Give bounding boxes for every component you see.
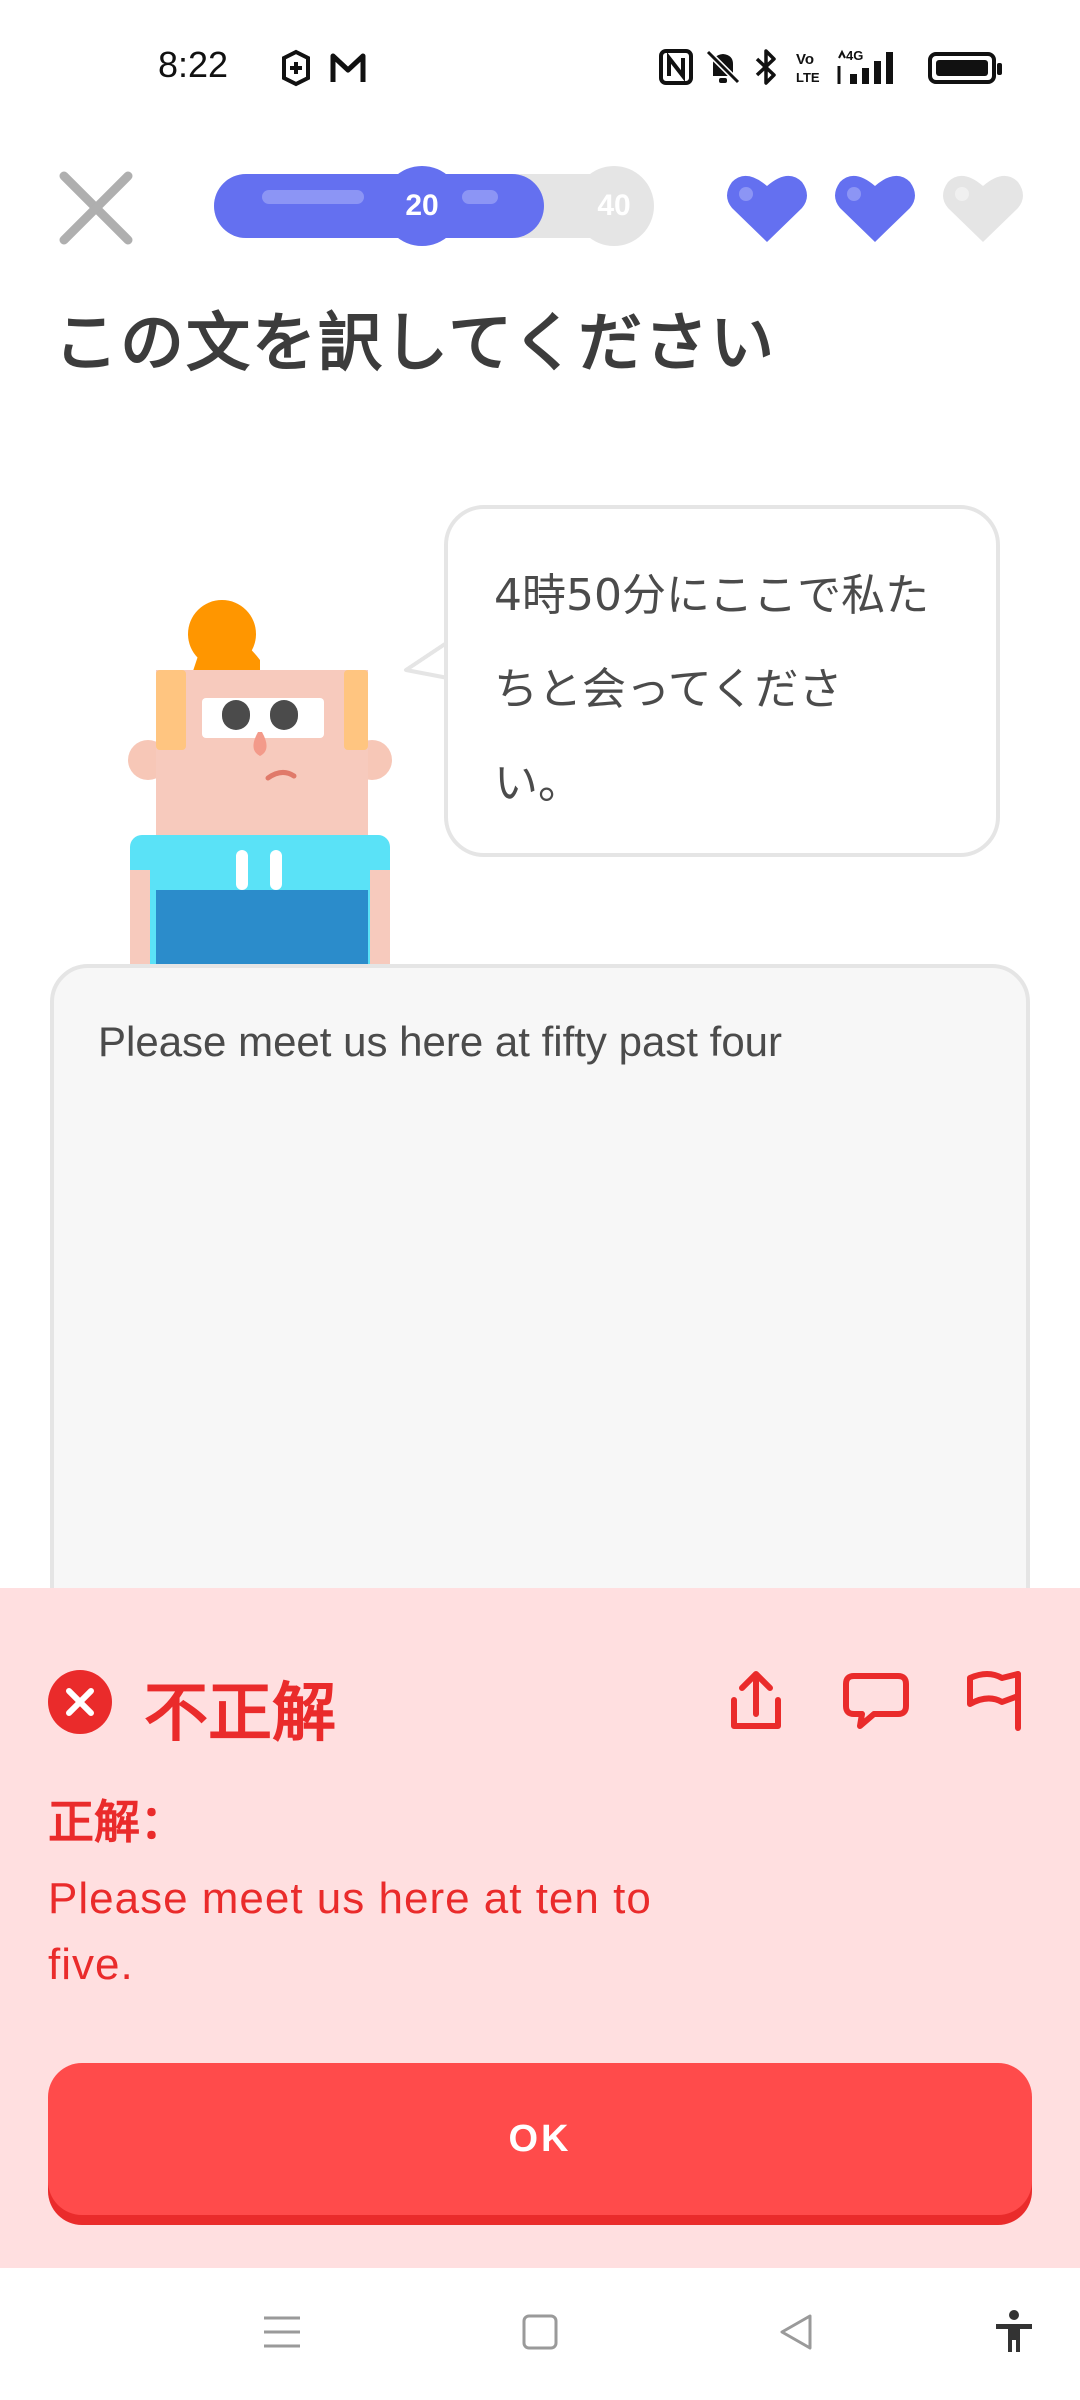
lesson-progress-bar: 20 40 [214,166,654,246]
silent-icon [705,49,741,85]
speech-bubble-tail [404,640,450,680]
nfc-icon [659,49,693,85]
exercise-instruction: この文を訳してください [54,307,777,381]
sync-app-icon [282,49,310,87]
ok-button-label: OK [508,2117,572,2160]
character-illustration [128,600,392,965]
battery-icon [928,52,1002,84]
back-icon[interactable] [772,2308,820,2356]
heart-icon-2 [835,175,915,242]
progress-fill [214,174,544,238]
status-bar: 8:22 Vo LTE 4G [0,0,1080,135]
prompt-line-3: い。 [494,758,582,809]
user-answer-text: Please meet us here at fifty past four [98,1018,783,1065]
comment-icon[interactable] [840,1664,912,1736]
gmail-icon [330,53,366,82]
progress-marker-next: 40 [574,166,654,246]
ok-button[interactable]: OK [48,2063,1032,2215]
x-circle-icon [48,1670,112,1734]
close-icon[interactable] [54,166,138,250]
svg-text:4G: 4G [846,48,863,63]
flag-icon[interactable] [960,1664,1032,1736]
feedback-status-title: 不正解 [144,1677,336,1751]
correct-answer-label: 正解： [48,1795,186,1849]
status-time: 8:22 [158,44,229,85]
heart-icon-1 [727,175,807,242]
volte-icon: Vo LTE [796,51,820,85]
answer-textarea[interactable]: Please meet us here at fifty past four [50,964,1030,1664]
prompt-line-1: 4時50分にここで私た [494,570,930,621]
heart-icon-3-empty [943,175,1023,242]
menu-icon[interactable] [258,2308,306,2356]
svg-text:LTE: LTE [796,70,820,85]
correct-answer-text: Please meet us here at ten to five. [48,1874,652,1989]
4g-signal-icon: 4G [837,48,893,84]
svg-text:Vo: Vo [796,51,814,68]
share-icon[interactable] [720,1664,792,1736]
home-icon[interactable] [516,2308,564,2356]
bluetooth-icon [755,49,776,85]
progress-marker-current: 20 [382,166,462,246]
speech-bubble: 4時50分にここで私た ちと会ってくださ い。 [444,505,1000,857]
prompt-line-2: ちと会ってくださ [494,664,843,715]
accessibility-icon[interactable] [990,2308,1038,2356]
